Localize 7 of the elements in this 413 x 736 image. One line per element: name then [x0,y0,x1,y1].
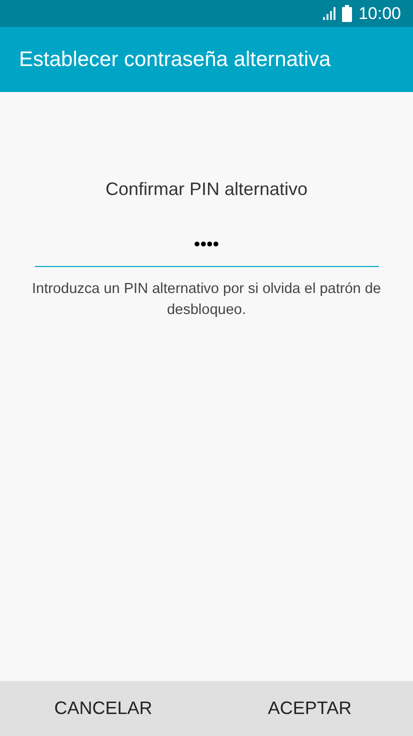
prompt-label: Confirmar PIN alternativo [105,178,308,201]
screen-title: Establecer contraseña alternativa [19,46,331,73]
hint-text: Introduzca un PIN alternativo por si olvida el patrón de desbloqueo. [30,280,382,320]
signal-icon [322,7,336,20]
battery-icon [342,5,352,22]
pin-field[interactable]: •••• [34,223,378,267]
clock: 10:00 [358,2,401,25]
